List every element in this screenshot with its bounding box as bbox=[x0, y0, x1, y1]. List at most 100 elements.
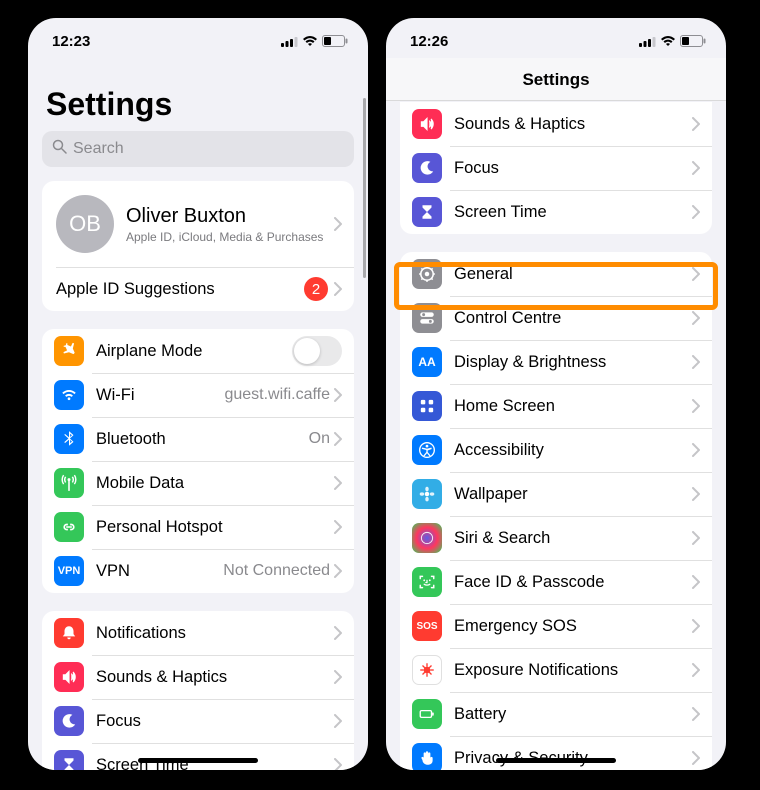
row-label: Focus bbox=[454, 159, 692, 178]
battery-icon bbox=[412, 699, 442, 729]
row-value: Not Connected bbox=[223, 562, 330, 580]
chevron-right-icon bbox=[692, 205, 700, 219]
wallpaper-row[interactable]: Wallpaper bbox=[400, 472, 712, 516]
airplane-mode-row[interactable]: Airplane Mode bbox=[42, 329, 354, 373]
apple-id-row[interactable]: OB Oliver Buxton Apple ID, iCloud, Media… bbox=[42, 181, 354, 267]
faceid-row[interactable]: Face ID & Passcode bbox=[400, 560, 712, 604]
emergency-sos-row[interactable]: SOS Emergency SOS bbox=[400, 604, 712, 648]
chevron-right-icon bbox=[334, 476, 342, 490]
search-input[interactable] bbox=[73, 140, 344, 158]
privacy-row[interactable]: Privacy & Security bbox=[400, 736, 712, 770]
home-screen-row[interactable]: Home Screen bbox=[400, 384, 712, 428]
vpn-row[interactable]: VPN VPN Not Connected bbox=[42, 549, 354, 593]
row-label: Emergency SOS bbox=[454, 617, 692, 636]
row-label: Sounds & Haptics bbox=[454, 115, 692, 134]
chevron-right-icon bbox=[334, 564, 342, 578]
chevron-right-icon bbox=[692, 619, 700, 633]
row-label: Battery bbox=[454, 705, 692, 724]
phone-right: 12:26 Settings Sounds & Haptics Focus bbox=[386, 18, 726, 770]
row-label: Siri & Search bbox=[454, 529, 692, 548]
row-label: VPN bbox=[96, 562, 223, 581]
row-label: Wallpaper bbox=[454, 485, 692, 504]
row-label: Sounds & Haptics bbox=[96, 668, 334, 687]
battery-row[interactable]: Battery bbox=[400, 692, 712, 736]
search-icon bbox=[52, 139, 67, 159]
accessibility-row[interactable]: Accessibility bbox=[400, 428, 712, 472]
exposure-row[interactable]: Exposure Notifications bbox=[400, 648, 712, 692]
status-bar: 12:23 bbox=[28, 18, 368, 58]
chevron-right-icon bbox=[692, 531, 700, 545]
chevron-right-icon bbox=[334, 217, 342, 231]
bluetooth-row[interactable]: Bluetooth On bbox=[42, 417, 354, 461]
clock: 12:23 bbox=[52, 33, 90, 50]
nav-title: Settings bbox=[386, 58, 726, 101]
apple-id-suggestions-row[interactable]: Apple ID Suggestions 2 bbox=[42, 267, 354, 311]
control-centre-row[interactable]: Control Centre bbox=[400, 296, 712, 340]
row-label: Bluetooth bbox=[96, 430, 309, 449]
chevron-right-icon bbox=[334, 282, 342, 296]
wifi-icon bbox=[302, 35, 318, 47]
airplane-toggle[interactable] bbox=[292, 336, 342, 366]
row-label: Airplane Mode bbox=[96, 342, 292, 361]
chevron-right-icon bbox=[692, 355, 700, 369]
chevron-right-icon bbox=[334, 388, 342, 402]
gear-icon bbox=[412, 259, 442, 289]
chevron-right-icon bbox=[692, 161, 700, 175]
chevron-right-icon bbox=[334, 432, 342, 446]
scrollbar[interactable] bbox=[363, 98, 366, 278]
chevron-right-icon bbox=[334, 714, 342, 728]
screentime-row[interactable]: Screen Time bbox=[42, 743, 354, 770]
row-label: Accessibility bbox=[454, 441, 692, 460]
status-icons bbox=[639, 35, 706, 47]
chevron-right-icon bbox=[692, 663, 700, 677]
notifications-section: Notifications Sounds & Haptics Focus Scr… bbox=[42, 611, 354, 770]
display-row[interactable]: AA Display & Brightness bbox=[400, 340, 712, 384]
row-label: Face ID & Passcode bbox=[454, 573, 692, 592]
cellular-signal-icon bbox=[281, 36, 298, 47]
face-id-icon bbox=[412, 567, 442, 597]
row-label: General bbox=[454, 265, 692, 284]
mobile-data-row[interactable]: Mobile Data bbox=[42, 461, 354, 505]
link-icon bbox=[54, 512, 84, 542]
virus-icon bbox=[412, 655, 442, 685]
row-value: On bbox=[309, 430, 330, 448]
text-size-icon: AA bbox=[412, 347, 442, 377]
chevron-right-icon bbox=[334, 670, 342, 684]
status-bar: 12:26 bbox=[386, 18, 726, 58]
home-indicator[interactable] bbox=[496, 758, 616, 763]
moon-icon bbox=[54, 706, 84, 736]
chevron-right-icon bbox=[334, 520, 342, 534]
screentime-row[interactable]: Screen Time bbox=[400, 190, 712, 234]
chevron-right-icon bbox=[692, 399, 700, 413]
wifi-icon bbox=[660, 35, 676, 47]
speaker-icon bbox=[54, 662, 84, 692]
notifications-row[interactable]: Notifications bbox=[42, 611, 354, 655]
flower-icon bbox=[412, 479, 442, 509]
vpn-icon: VPN bbox=[54, 556, 84, 586]
home-indicator[interactable] bbox=[138, 758, 258, 763]
personal-hotspot-row[interactable]: Personal Hotspot bbox=[42, 505, 354, 549]
status-icons bbox=[281, 35, 348, 47]
sounds-row[interactable]: Sounds & Haptics bbox=[42, 655, 354, 699]
general-section: General Control Centre AA Display & Brig… bbox=[400, 252, 712, 770]
wifi-row[interactable]: Wi-Fi guest.wifi.caffe bbox=[42, 373, 354, 417]
general-row[interactable]: General bbox=[400, 252, 712, 296]
hourglass-icon bbox=[54, 750, 84, 770]
focus-row[interactable]: Focus bbox=[42, 699, 354, 743]
chevron-right-icon bbox=[692, 487, 700, 501]
row-label: Home Screen bbox=[454, 397, 692, 416]
row-label: Control Centre bbox=[454, 309, 692, 328]
focus-row[interactable]: Focus bbox=[400, 146, 712, 190]
chevron-right-icon bbox=[692, 751, 700, 765]
siri-row[interactable]: Siri & Search bbox=[400, 516, 712, 560]
chevron-right-icon bbox=[692, 311, 700, 325]
search-field[interactable] bbox=[42, 131, 354, 167]
hourglass-icon bbox=[412, 197, 442, 227]
airplane-icon bbox=[54, 336, 84, 366]
chevron-right-icon bbox=[334, 758, 342, 770]
row-value: guest.wifi.caffe bbox=[224, 386, 330, 404]
sounds-row[interactable]: Sounds & Haptics bbox=[400, 102, 712, 146]
bluetooth-icon bbox=[54, 424, 84, 454]
chevron-right-icon bbox=[692, 267, 700, 281]
connectivity-section: Airplane Mode Wi-Fi guest.wifi.caffe Blu… bbox=[42, 329, 354, 593]
